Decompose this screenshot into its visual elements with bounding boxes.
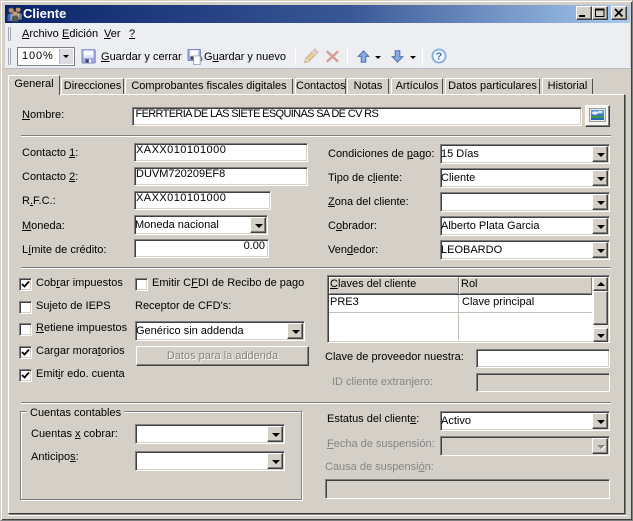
svg-text:?: ? (436, 51, 442, 63)
